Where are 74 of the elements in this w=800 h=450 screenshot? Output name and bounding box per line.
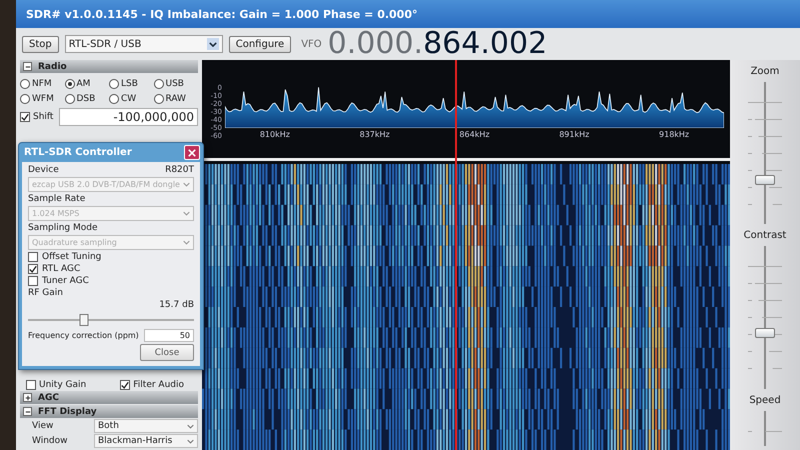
mode-option[interactable]: RAW xyxy=(154,94,198,104)
caret-icon xyxy=(187,438,194,444)
axis-label: 864kHz xyxy=(459,130,490,139)
mode-option[interactable]: LSB xyxy=(109,79,154,89)
dropdown[interactable]: Blackman-Harris xyxy=(94,434,198,448)
checkbox[interactable] xyxy=(26,380,36,390)
radio-button[interactable] xyxy=(20,79,30,89)
checkbox-label: Filter Audio xyxy=(133,380,184,390)
checkbox-label: RTL AGC xyxy=(42,264,80,274)
slider-thumb[interactable] xyxy=(755,328,775,338)
source-dropdown[interactable]: RTL-SDR / USB xyxy=(64,35,223,53)
checkbox[interactable] xyxy=(20,112,30,122)
checkbox-label: Tuner AGC xyxy=(42,276,89,286)
checkbox[interactable] xyxy=(28,276,38,286)
shift-field[interactable]: -100,000,000 xyxy=(59,108,198,126)
field-label: Window xyxy=(32,436,68,446)
vfo-label: VFO xyxy=(301,38,322,50)
axis-label: 837kHz xyxy=(360,130,390,139)
stop-button[interactable]: Stop xyxy=(22,36,59,52)
caret-icon xyxy=(183,211,190,216)
checkbox-label: Offset Tuning xyxy=(42,252,102,262)
radio-button[interactable] xyxy=(20,94,30,104)
number-field[interactable]: 50 xyxy=(144,329,194,342)
radio-button[interactable] xyxy=(109,94,119,104)
caret-icon xyxy=(183,240,190,245)
frequency-display[interactable]: 0.000.864.002 xyxy=(328,29,548,59)
caret-icon xyxy=(206,38,219,50)
field-label: View xyxy=(32,421,54,431)
field-label: Device xyxy=(28,165,59,175)
caret-icon xyxy=(187,424,194,428)
radio-button[interactable] xyxy=(64,79,74,89)
mode-option[interactable]: WFM xyxy=(20,94,64,104)
close-button[interactable]: Close xyxy=(140,344,194,361)
gain-reading: 15.7 dB xyxy=(159,300,194,310)
field-label: Frequency correction (ppm) xyxy=(28,331,139,340)
mode-option[interactable]: NFM xyxy=(20,79,64,89)
section-header[interactable]: AGC xyxy=(20,391,198,404)
axis-label: 918kHz xyxy=(659,130,690,139)
field-label: Sample Rate xyxy=(28,194,86,204)
radio-button[interactable] xyxy=(109,79,119,89)
section-header[interactable]: FFT Display xyxy=(20,405,198,418)
checkbox[interactable] xyxy=(28,252,38,262)
section-header[interactable]: Radio xyxy=(20,60,198,73)
tuning-line[interactable] xyxy=(455,60,458,450)
slider-label: Zoom xyxy=(750,66,780,77)
radio-button[interactable] xyxy=(154,79,164,89)
radio-button[interactable] xyxy=(64,94,74,104)
axis-label: 891kHz xyxy=(559,130,590,139)
caret-icon xyxy=(183,182,190,187)
field-label: Sampling Mode xyxy=(28,223,99,233)
window-title: SDR# v1.0.0.1145 - IQ Imbalance: Gain = 1.000 Phase = 0.000° xyxy=(26,8,418,20)
slider-label: Speed xyxy=(749,394,781,406)
expand-icon[interactable] xyxy=(23,393,32,402)
checkbox[interactable] xyxy=(28,264,38,274)
slider-thumb[interactable] xyxy=(80,314,89,326)
dialog-title: RTL-SDR Controller xyxy=(24,147,132,158)
configure-button[interactable]: Configure xyxy=(228,36,292,52)
dropdown[interactable]: Both xyxy=(94,419,198,433)
checkbox-label: Shift xyxy=(33,112,54,122)
collapse-icon[interactable] xyxy=(23,407,32,416)
mode-option[interactable]: DSB xyxy=(64,94,109,104)
checkbox-label: Unity Gain xyxy=(39,380,86,390)
mode-option[interactable]: AM xyxy=(64,79,109,89)
close-icon[interactable] xyxy=(184,145,200,160)
tuner-label: R820T xyxy=(165,165,194,175)
slider-thumb[interactable] xyxy=(755,174,775,185)
mode-option[interactable]: USB xyxy=(154,79,198,89)
axis-label: 810kHz xyxy=(260,130,290,139)
collapse-icon[interactable] xyxy=(23,62,32,71)
mode-option[interactable]: CW xyxy=(109,94,154,104)
field-label: RF Gain xyxy=(28,288,63,298)
radio-button[interactable] xyxy=(154,94,164,104)
slider-label: Contrast xyxy=(744,230,786,242)
checkbox[interactable] xyxy=(120,380,130,390)
